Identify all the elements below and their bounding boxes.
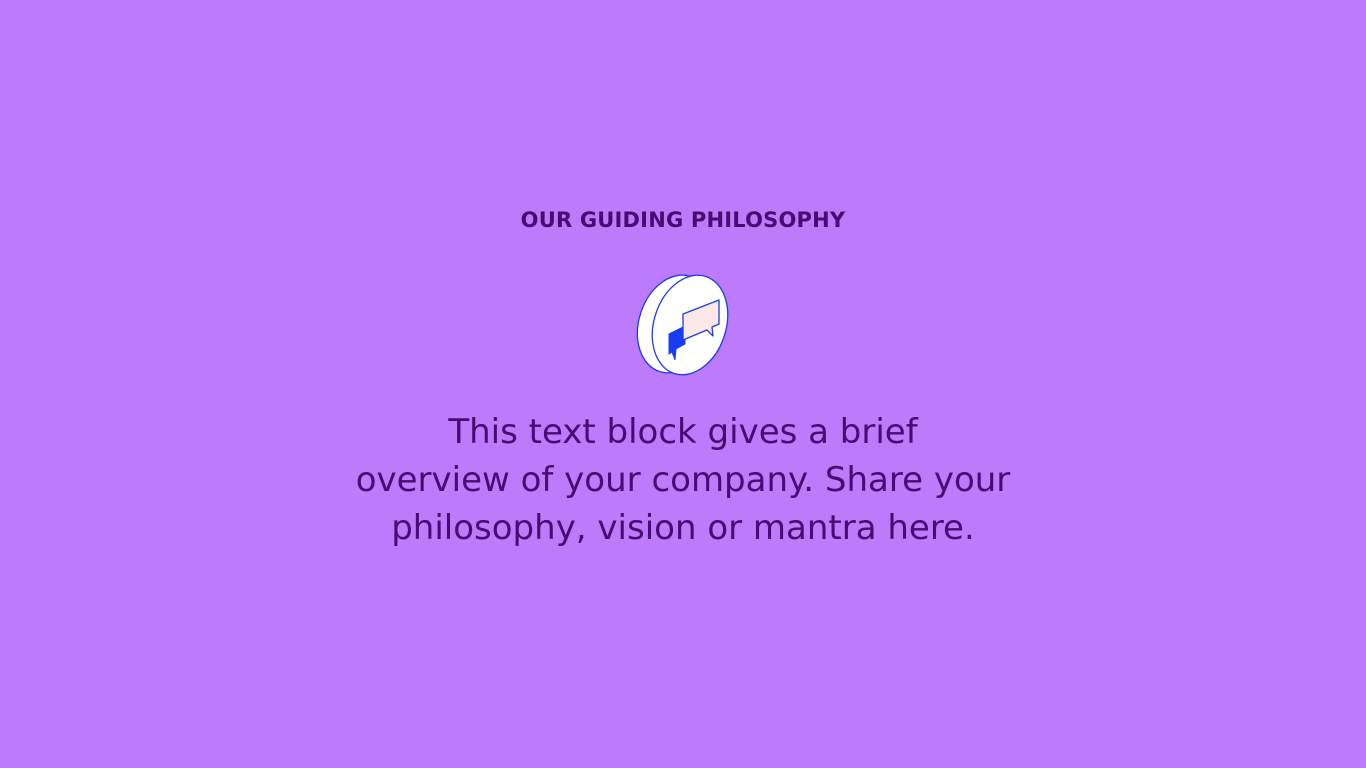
description-line-3: philosophy, vision or mantra here.: [391, 508, 975, 548]
description-line-1: This text block gives a brief: [448, 412, 918, 452]
description-line-2: overview of your company. Share your: [355, 460, 1011, 500]
philosophy-section: OUR GUIDING PHILOSOPHY This text block g…: [0, 0, 1366, 768]
section-eyebrow: OUR GUIDING PHILOSOPHY: [520, 208, 846, 232]
speech-bubbles-icon: [633, 268, 733, 380]
section-description: This text block gives a brief overview o…: [333, 408, 1033, 552]
